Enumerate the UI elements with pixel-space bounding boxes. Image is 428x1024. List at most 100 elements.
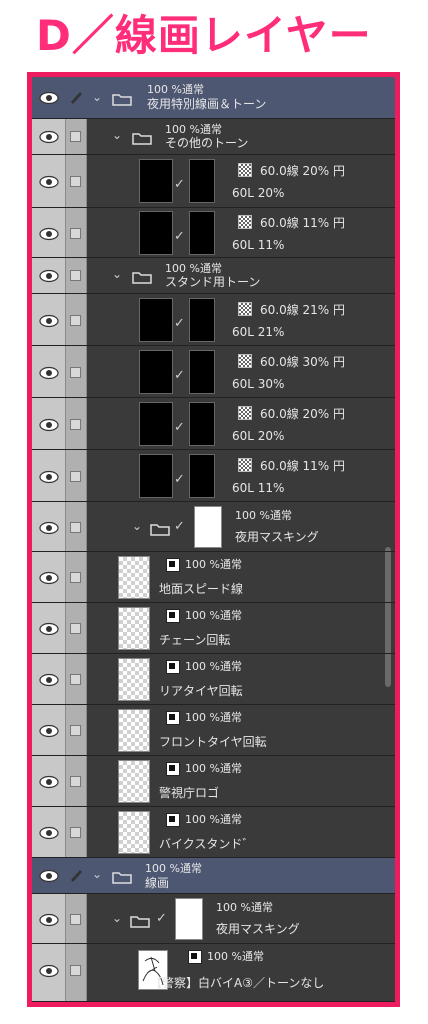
lock-checkbox[interactable] bbox=[70, 776, 81, 787]
lock-checkbox[interactable] bbox=[70, 623, 81, 634]
eye-icon[interactable] bbox=[39, 571, 59, 585]
eye-icon[interactable] bbox=[39, 775, 59, 789]
layer-name: 警視庁ロゴ bbox=[159, 786, 220, 800]
tone-icon bbox=[238, 215, 252, 229]
tone-thumbnail bbox=[139, 159, 173, 203]
layer-thumbnail bbox=[118, 709, 150, 752]
folder-icon bbox=[130, 913, 150, 928]
mask-thumbnail bbox=[189, 159, 215, 203]
check-icon: ✓ bbox=[174, 316, 185, 331]
layer-row-raster[interactable]: 100 %通常 警視庁ロゴ bbox=[32, 756, 395, 807]
tone-setting: 60.0線 11% 円 bbox=[260, 216, 346, 230]
pencil-icon[interactable] bbox=[68, 867, 84, 883]
layer-mode: 100 %通常 bbox=[165, 262, 222, 275]
lock-checkbox[interactable] bbox=[70, 827, 81, 838]
eye-icon[interactable] bbox=[39, 269, 59, 283]
layer-row-tone[interactable]: ✓ 60.0線 30% 円 60L 30% bbox=[32, 346, 395, 398]
layer-name: チェーン回転 bbox=[159, 633, 231, 647]
check-icon: ✓ bbox=[174, 519, 185, 534]
layer-row-tone[interactable]: ✓ 60.0線 20% 円 60L 20% bbox=[32, 155, 395, 208]
mask-thumbnail bbox=[189, 402, 215, 446]
layer-name: 夜用マスキング bbox=[235, 530, 319, 544]
layer-row-folder-night[interactable]: ⌄ 100 %通常 夜用特別線画＆トーン bbox=[32, 77, 395, 119]
layer-mode: 100 %通常 bbox=[185, 558, 242, 571]
layer-name: 60L 20% bbox=[232, 186, 285, 200]
eye-icon[interactable] bbox=[39, 130, 59, 144]
layer-row-tone[interactable]: ✓ 60.0線 21% 円 60L 21% bbox=[32, 294, 395, 346]
eye-icon[interactable] bbox=[39, 366, 59, 380]
eye-icon[interactable] bbox=[39, 724, 59, 738]
page-title-banner: D／線画レイヤー bbox=[0, 0, 428, 70]
layer-name: 【警察】白バイA③／トーンなし bbox=[150, 976, 325, 990]
layer-row-tone[interactable]: ✓ 60.0線 11% 円 60L 11% bbox=[32, 208, 395, 258]
eye-icon[interactable] bbox=[39, 826, 59, 840]
lock-checkbox[interactable] bbox=[70, 315, 81, 326]
check-icon: ✓ bbox=[174, 420, 185, 435]
layer-row-tone[interactable]: ✓ 60.0線 11% 円 60L 11% bbox=[32, 450, 395, 502]
eye-icon[interactable] bbox=[39, 521, 59, 535]
layer-row-folder-other-tone[interactable]: ⌄ 100 %通常 その他のトーン bbox=[32, 119, 395, 155]
lock-checkbox[interactable] bbox=[70, 965, 81, 976]
eye-icon[interactable] bbox=[39, 913, 59, 927]
lock-checkbox[interactable] bbox=[70, 228, 81, 239]
layer-row-raster[interactable]: 100 %通常 地面スピード線 bbox=[32, 552, 395, 603]
chevron-down-icon[interactable]: ⌄ bbox=[92, 867, 102, 881]
layer-row-raster[interactable]: 100 %通常 バイクスタンド゛ bbox=[32, 807, 395, 858]
layer-row-raster[interactable]: 100 %通常 フロントタイヤ回転 bbox=[32, 705, 395, 756]
eye-icon[interactable] bbox=[39, 869, 59, 883]
lock-checkbox[interactable] bbox=[70, 131, 81, 142]
layer-mode: 100 %通常 bbox=[235, 509, 292, 522]
raster-layer-icon bbox=[166, 660, 180, 674]
lock-checkbox[interactable] bbox=[70, 176, 81, 187]
tone-icon bbox=[238, 302, 252, 316]
eye-icon[interactable] bbox=[39, 175, 59, 189]
chevron-down-icon[interactable]: ⌄ bbox=[132, 519, 142, 533]
eye-icon[interactable] bbox=[39, 91, 59, 105]
chevron-down-icon[interactable]: ⌄ bbox=[112, 267, 122, 281]
layer-name: 60L 11% bbox=[232, 481, 285, 495]
eye-icon[interactable] bbox=[39, 964, 59, 978]
tone-icon bbox=[238, 163, 252, 177]
layer-row-raster[interactable]: 100 %通常 チェーン回転 bbox=[32, 603, 395, 654]
eye-icon[interactable] bbox=[39, 622, 59, 636]
mask-thumbnail bbox=[194, 506, 222, 548]
lock-checkbox[interactable] bbox=[70, 522, 81, 533]
layer-row-folder-lineart[interactable]: ⌄ 100 %通常 線画 bbox=[32, 858, 395, 894]
lock-checkbox[interactable] bbox=[70, 914, 81, 925]
chevron-down-icon[interactable]: ⌄ bbox=[92, 90, 102, 104]
layer-row-masking[interactable]: ⌄ ✓ 100 %通常 夜用マスキング bbox=[32, 894, 395, 944]
raster-layer-icon bbox=[166, 762, 180, 776]
layer-mode: 100 %通常 bbox=[185, 762, 242, 775]
layer-row-folder-stand-tone[interactable]: ⌄ 100 %通常 スタンド用トーン bbox=[32, 258, 395, 294]
lock-checkbox[interactable] bbox=[70, 419, 81, 430]
layer-name: 60L 30% bbox=[232, 377, 285, 391]
eye-icon[interactable] bbox=[39, 418, 59, 432]
eye-icon[interactable] bbox=[39, 314, 59, 328]
layer-name: バイクスタンド゛ bbox=[159, 837, 255, 851]
chevron-down-icon[interactable]: ⌄ bbox=[112, 128, 122, 142]
eye-icon[interactable] bbox=[39, 673, 59, 687]
layer-name: 線画 bbox=[145, 876, 170, 890]
lock-checkbox[interactable] bbox=[70, 572, 81, 583]
layer-row-masking[interactable]: ⌄ ✓ 100 %通常 夜用マスキング bbox=[32, 502, 395, 552]
lock-checkbox[interactable] bbox=[70, 367, 81, 378]
layer-row-tone[interactable]: ✓ 60.0線 20% 円 60L 20% bbox=[32, 398, 395, 450]
layer-name: 夜用特別線画＆トーン bbox=[147, 97, 267, 111]
pencil-icon[interactable] bbox=[68, 89, 84, 105]
eye-icon[interactable] bbox=[39, 470, 59, 484]
layer-row-raster[interactable]: 100 %通常 リアタイヤ回転 bbox=[32, 654, 395, 705]
mask-thumbnail bbox=[189, 211, 215, 255]
layer-row-raster[interactable]: 100 %通常 【警察】白バイA③／トーンなし bbox=[32, 944, 395, 1002]
eye-icon[interactable] bbox=[39, 227, 59, 241]
lock-checkbox[interactable] bbox=[70, 471, 81, 482]
lock-checkbox[interactable] bbox=[70, 725, 81, 736]
folder-icon bbox=[112, 869, 132, 884]
lock-checkbox[interactable] bbox=[70, 674, 81, 685]
layer-name: スタンド用トーン bbox=[165, 275, 261, 289]
layer-thumbnail bbox=[118, 556, 150, 599]
chevron-down-icon[interactable]: ⌄ bbox=[112, 911, 122, 925]
lock-checkbox[interactable] bbox=[70, 270, 81, 281]
mask-thumbnail bbox=[189, 298, 215, 342]
tone-thumbnail bbox=[139, 454, 173, 498]
layer-panel: ⌄ 100 %通常 夜用特別線画＆トーン ⌄ 100 %通常 その他のトーン ✓… bbox=[27, 72, 400, 1007]
